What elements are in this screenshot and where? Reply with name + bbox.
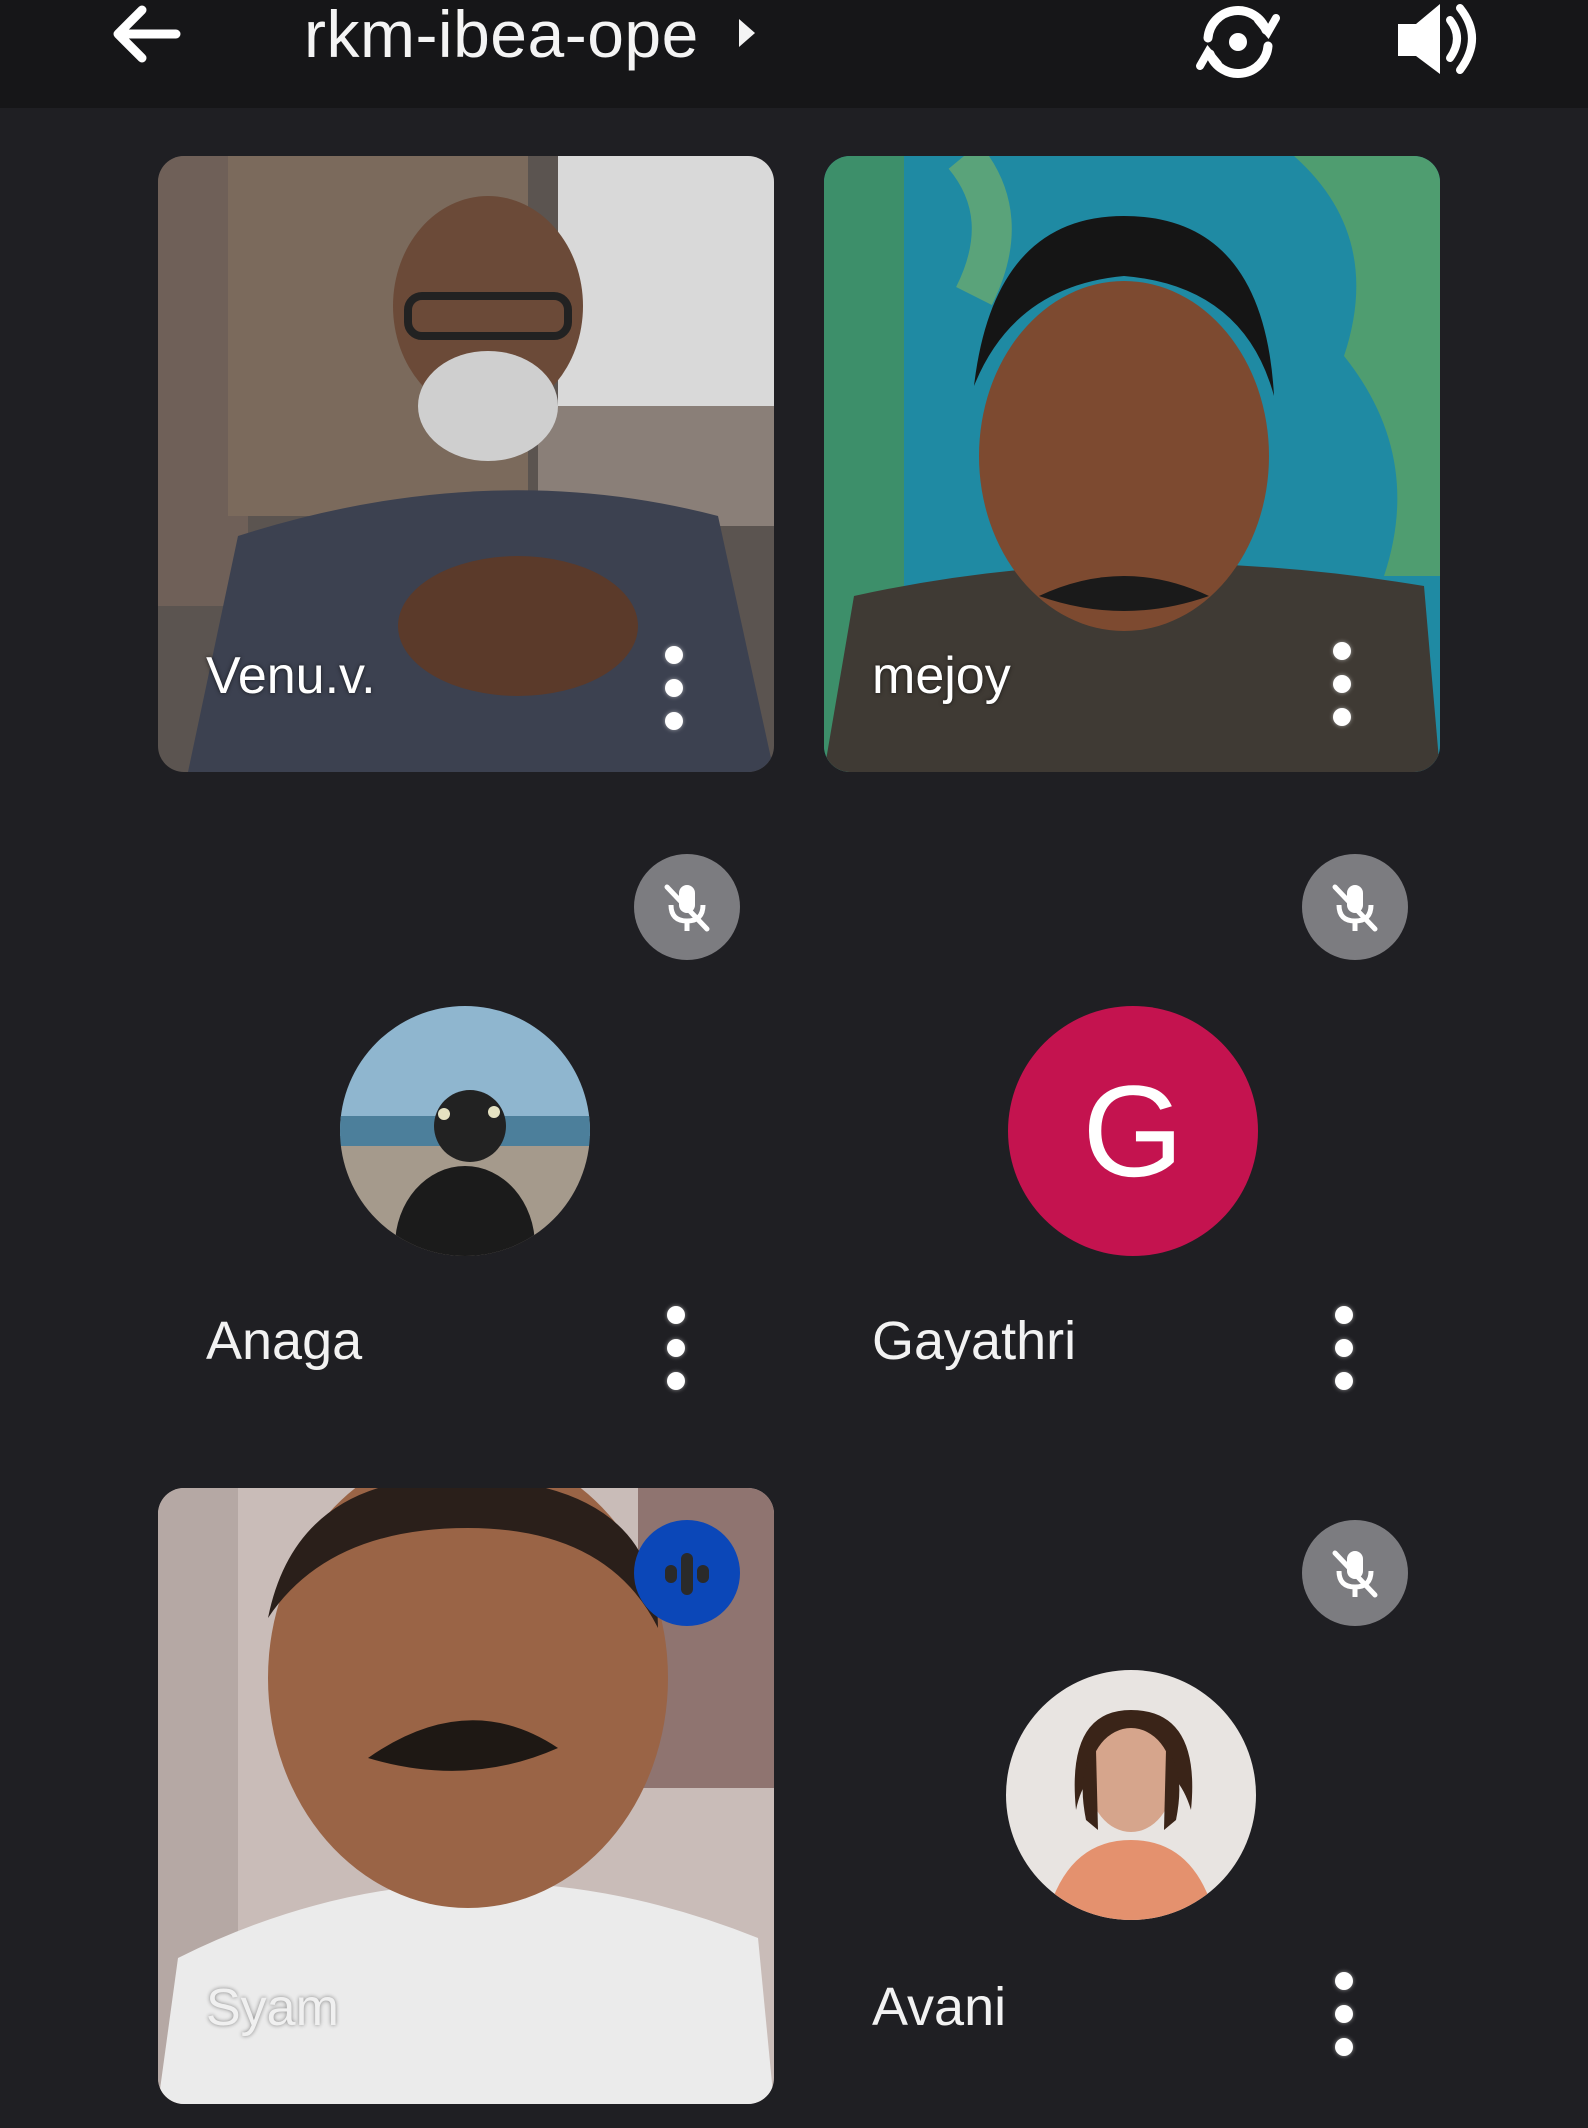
participant-avatar-anaga <box>340 1006 590 1256</box>
more-options-button[interactable] <box>1324 1306 1364 1390</box>
participant-name: Syam <box>206 1979 339 2037</box>
audio-level-icon <box>665 1553 709 1595</box>
top-bar: rkm-ibea-ope <box>0 0 1588 108</box>
arrow-left-icon <box>113 5 181 63</box>
participant-name: mejoy <box>872 647 1011 705</box>
speaker-button[interactable] <box>1386 0 1486 80</box>
switch-camera-icon <box>1196 6 1280 78</box>
more-options-button[interactable] <box>656 1306 696 1390</box>
participant-name: Avani <box>872 1977 1007 2037</box>
back-button[interactable] <box>104 0 188 72</box>
participant-avatar-gayathri: G <box>1008 1006 1258 1256</box>
more-options-button[interactable] <box>1322 642 1362 726</box>
muted-indicator <box>1302 854 1408 960</box>
muted-indicator <box>634 854 740 960</box>
participant-name: Venu.v. <box>206 647 376 705</box>
meeting-title: rkm-ibea-ope <box>304 0 699 71</box>
participant-tile-syam[interactable]: Syam <box>158 1488 774 2104</box>
mic-off-icon <box>664 884 710 932</box>
participant-avatar-avani <box>1006 1670 1256 1920</box>
muted-indicator <box>1302 1520 1408 1626</box>
more-options-button[interactable] <box>1324 1972 1364 2056</box>
mic-off-icon <box>1332 884 1378 932</box>
mic-off-icon <box>1332 1550 1378 1598</box>
participant-name: Gayathri <box>872 1311 1077 1371</box>
meeting-title-button[interactable]: rkm-ibea-ope <box>304 0 755 80</box>
participant-tile-venu[interactable]: Venu.v. <box>158 156 774 772</box>
speaking-indicator <box>634 1520 740 1626</box>
participant-tile-mejoy[interactable]: mejoy <box>824 156 1440 772</box>
switch-camera-button[interactable] <box>1188 0 1288 84</box>
speaker-icon <box>1398 4 1476 74</box>
avatar-initial: G <box>1082 1058 1184 1204</box>
caret-right-icon <box>738 19 755 47</box>
participant-name: Anaga <box>206 1311 363 1371</box>
more-options-button[interactable] <box>654 646 694 730</box>
